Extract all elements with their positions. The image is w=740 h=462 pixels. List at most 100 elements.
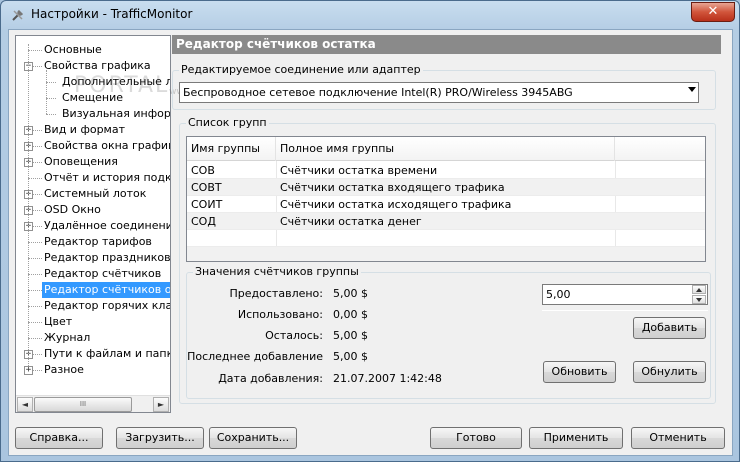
amount-stepper[interactable]: 5,00	[542, 284, 708, 305]
tree-item[interactable]: + Разное	[16, 362, 170, 378]
tree-item[interactable]: Редактор тарифов	[16, 234, 170, 250]
reset-button[interactable]: Обнулить	[633, 361, 706, 383]
value-text: 21.07.2007 1:42:48	[333, 372, 442, 385]
arrow-right-icon: ►	[157, 400, 165, 409]
tree-item-label: Цвет	[44, 315, 73, 328]
value-label: Последнее добавление	[187, 350, 323, 363]
scroll-right-button[interactable]: ►	[153, 397, 169, 412]
value-label: Осталось:	[265, 329, 323, 342]
tree-item[interactable]: Смещение	[16, 90, 170, 106]
expand-icon[interactable]: +	[24, 366, 33, 375]
refresh-button[interactable]: Обновить	[543, 361, 616, 383]
cell-group-fullname: Счётчики остатка входящего трафика	[280, 181, 505, 194]
groups-list[interactable]: Имя группы Полное имя группы СОВ Счётчики…	[186, 136, 706, 262]
tree-connector	[28, 178, 42, 179]
tree-item-label: Редактор счётчиков ост	[42, 282, 170, 298]
tree-connector	[46, 114, 56, 115]
table-row[interactable]: СОВТ Счётчики остатка входящего трафика	[187, 179, 705, 196]
tree-item[interactable]: + OSD Окно	[16, 202, 170, 218]
help-button[interactable]: Справка...	[15, 427, 103, 449]
cell-group-name: СОД	[191, 215, 216, 228]
settings-window: Настройки - TrafficMonitor ✕ Основные − Св…	[0, 0, 740, 462]
values-group: Значения счётчиков группы Предоставлено:…	[186, 265, 711, 399]
tree-item[interactable]: + Вид и формат	[16, 122, 170, 138]
list-header: Имя группы Полное имя группы	[187, 137, 705, 161]
table-row[interactable]: СОИТ Счётчики остатка исходящего трафика	[187, 196, 705, 213]
cell-group-fullname: Счётчики остатка времени	[280, 164, 438, 177]
value-row: Осталось: 5,00 $	[187, 328, 527, 344]
column-header-name[interactable]: Имя группы	[187, 137, 276, 161]
groups-group-title: Список групп	[186, 116, 269, 129]
cell-group-fullname: Счётчики остатка денег	[280, 215, 422, 228]
table-row[interactable]	[187, 247, 705, 261]
tree-item[interactable]: Редактор праздников	[16, 250, 170, 266]
tree-horizontal-scrollbar[interactable]: ◄ III ►	[16, 395, 170, 412]
tree-connector	[46, 82, 56, 83]
tree-item[interactable]: Цвет	[16, 314, 170, 330]
client-area: Основные − Свойства графика Дополнительные …	[8, 29, 733, 456]
value-label: Использовано:	[237, 308, 323, 321]
tree-item-label: Журнал	[44, 331, 91, 344]
tree-connector	[28, 242, 42, 243]
settings-tree[interactable]: Основные − Свойства графика Дополнительные …	[15, 35, 171, 413]
apply-button[interactable]: Применить	[529, 427, 623, 449]
tree-item[interactable]: + Свойства окна графика	[16, 138, 170, 154]
tree-item-label: Свойства окна графика	[44, 139, 170, 152]
tree-item[interactable]: Дополнительные линии	[16, 74, 170, 90]
decrement-button[interactable]	[692, 295, 706, 304]
cell-group-name: СОВ	[191, 164, 215, 177]
column-header-fullname[interactable]: Полное имя группы	[276, 137, 615, 161]
tree-connector	[28, 338, 42, 339]
add-button[interactable]: Добавить	[633, 317, 706, 339]
scroll-left-button[interactable]: ◄	[17, 397, 33, 412]
table-row[interactable]: СОВ Счётчики остатка времени	[187, 162, 705, 179]
tree-item[interactable]: + Удалённое соединение	[16, 218, 170, 234]
connection-value: Беспроводное сетевое подключение Intel(R…	[183, 86, 573, 99]
tree-item[interactable]: Журнал	[16, 330, 170, 346]
scroll-thumb[interactable]: III	[34, 397, 132, 412]
amount-value: 5,00	[546, 288, 571, 301]
value-text: 5,00 $	[333, 350, 368, 363]
tree-item[interactable]: +Пути к файлам и папкам	[16, 346, 170, 362]
tree-item[interactable]: Редактор счётчиков	[16, 266, 170, 282]
save-button[interactable]: Сохранить...	[209, 427, 297, 449]
grip-icon: III	[79, 400, 87, 408]
tree-item[interactable]: Отчёт и история подклю	[16, 170, 170, 186]
table-row[interactable]	[187, 230, 705, 247]
tree-item-label: Системный лоток	[44, 187, 147, 200]
cancel-button[interactable]: Отменить	[631, 427, 725, 449]
tree-item-label: Оповещения	[44, 155, 118, 168]
tree-item-label: Отчёт и история подклю	[44, 171, 170, 184]
tree-item[interactable]: − Свойства графика	[16, 58, 170, 74]
value-row: Использовано: 0,00 $	[187, 307, 527, 323]
value-row: Последнее добавление 5,00 $	[187, 349, 527, 365]
title-bar[interactable]: Настройки - TrafficMonitor ✕	[1, 1, 739, 29]
tree-item-label: Смещение	[62, 91, 123, 104]
tree-item-label: Удалённое соединение	[44, 219, 170, 232]
increment-button[interactable]	[692, 285, 706, 294]
arrow-up-icon	[696, 288, 702, 292]
tree-item[interactable]: + Системный лоток	[16, 186, 170, 202]
value-text: 0,00 $	[333, 308, 368, 321]
value-label: Предоставлено:	[229, 287, 323, 300]
tree-item[interactable]: Редактор счётчиков ост	[16, 282, 170, 298]
load-button[interactable]: Загрузить...	[116, 427, 204, 449]
connection-group: Редактируемое соединение или адаптер Бес…	[172, 63, 716, 110]
connection-select[interactable]: Беспроводное сетевое подключение Intel(R…	[179, 82, 699, 103]
tree-item[interactable]: Основные	[16, 42, 170, 58]
cell-group-name: СОВТ	[191, 181, 222, 194]
tree-item[interactable]: Редактор горячих клави	[16, 298, 170, 314]
chevron-down-icon	[688, 87, 696, 92]
tree-item[interactable]: Визуальная информ	[16, 106, 170, 122]
tree-item-label: Свойства графика	[44, 59, 151, 72]
tree-connector	[28, 322, 42, 323]
done-button[interactable]: Готово	[430, 427, 522, 449]
tree-item[interactable]: + Оповещения	[16, 154, 170, 170]
table-row[interactable]: СОД Счётчики остатка денег	[187, 213, 705, 230]
arrow-left-icon: ◄	[21, 400, 29, 409]
tree-item-label: Редактор счётчиков	[44, 267, 162, 280]
connection-group-title: Редактируемое соединение или адаптер	[179, 63, 423, 76]
tree-item-label: Вид и формат	[44, 123, 126, 136]
close-button[interactable]: ✕	[691, 2, 735, 22]
tree-connector	[46, 98, 56, 99]
